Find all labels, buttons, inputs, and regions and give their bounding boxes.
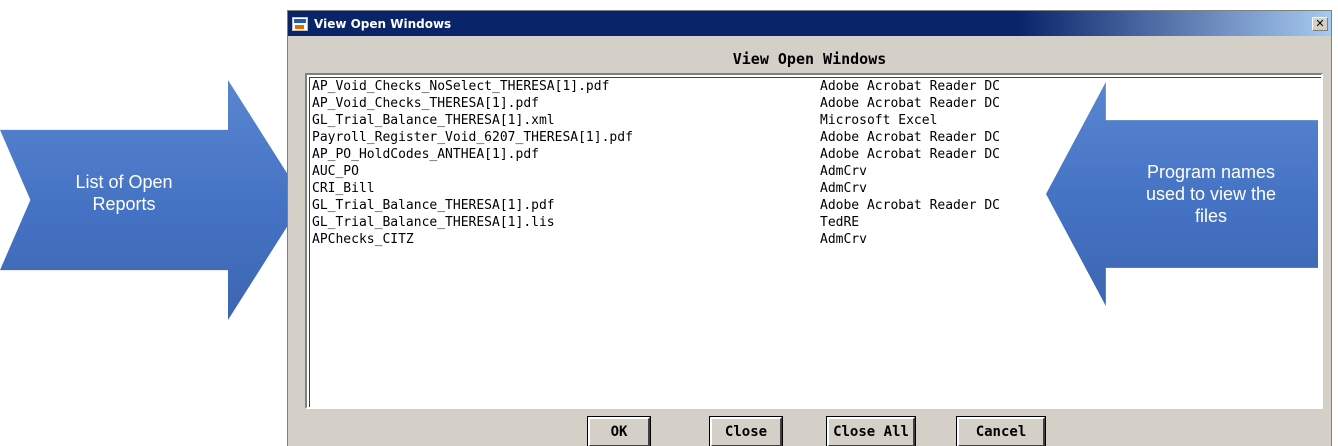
callout-left-line-1: List of Open [75,172,173,192]
list-item-file-name: Payroll_Register_Void_6207_THERESA[1].pd… [312,130,633,145]
list-item[interactable]: AP_Void_Checks_THERESA[1].pdf Adobe Acrob… [312,95,1321,112]
window-title: View Open Windows [314,16,452,31]
list-item[interactable]: AP_Void_Checks_NoSelect_THERESA[1].pdf Ad… [312,78,1321,95]
list-item-file-name: AP_Void_Checks_NoSelect_THERESA[1].pdf [312,79,610,94]
callout-right-line-3: files [1194,206,1227,226]
list-item-file-name: GL_Trial_Balance_THERESA[1].pdf [312,198,555,213]
dialog-heading: View Open Windows [732,50,887,68]
list-item-program-name: Adobe Acrobat Reader DC [820,96,1001,111]
cancel-button[interactable]: Cancel [956,416,1046,446]
callout-open-reports: List of Open Reports [0,80,304,320]
title-bar[interactable]: View Open Windows ✕ [288,11,1331,36]
ok-button[interactable]: OK [587,416,651,446]
callout-right-line-2: used to view the [1145,184,1277,204]
close-all-button[interactable]: Close All [826,416,916,446]
list-item-file-name: AP_PO_HoldCodes_ANTHEA[1].pdf [312,147,539,162]
close-button[interactable]: Close [709,416,783,446]
list-item-program-name: Adobe Acrobat Reader DC [820,79,1001,94]
screenshot-stage: List of Open Reports View Open Windows ✕… [0,0,1338,446]
list-item-file-name: GL_Trial_Balance_THERESA[1].xml [312,113,555,128]
list-item-file-name: CRI_Bill [312,181,375,196]
list-item-file-name: GL_Trial_Balance_THERESA[1].lis [312,215,555,230]
window-close-button[interactable]: ✕ [1312,16,1328,31]
list-item-file-name: APChecks_CITZ [312,232,414,247]
list-item-file-name: AUC_PO [312,164,359,179]
callout-left-line-2: Reports [92,194,156,214]
app-icon [292,16,308,31]
callout-right-line-1: Program names [1146,162,1276,182]
list-item-file-name: AP_Void_Checks_THERESA[1].pdf [312,96,539,111]
